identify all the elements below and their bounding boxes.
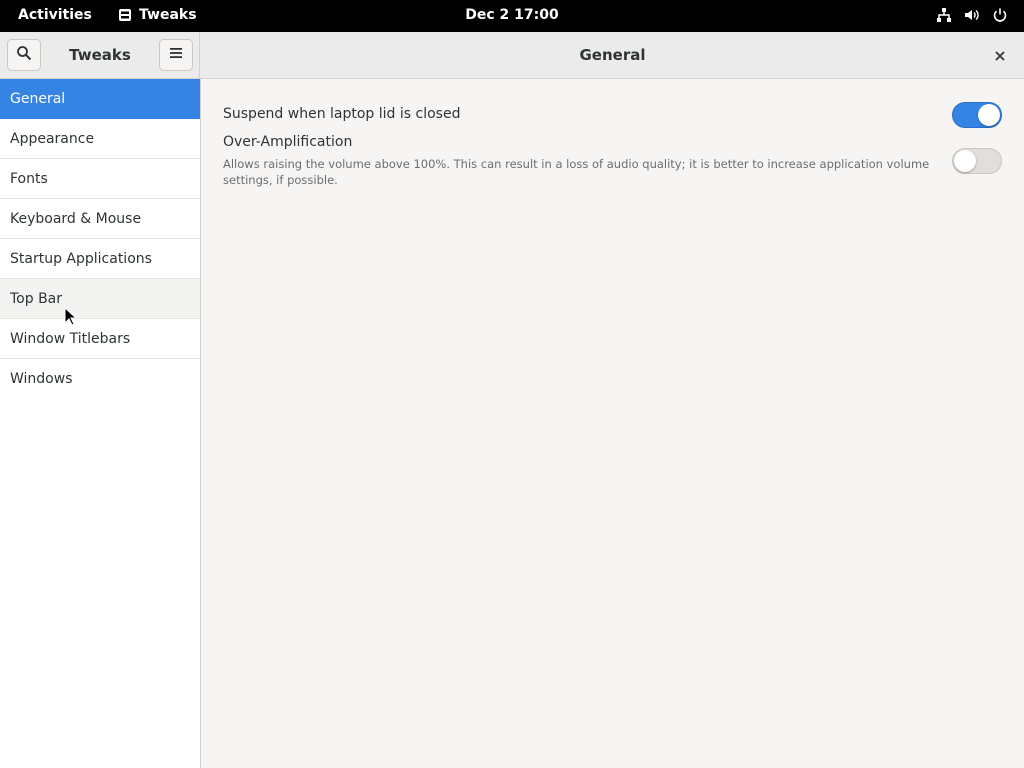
- sidebar-item-label: Window Titlebars: [10, 330, 131, 347]
- suspend-toggle[interactable]: [952, 102, 1002, 128]
- sidebar-item-label: Fonts: [10, 170, 48, 187]
- search-icon: [16, 45, 32, 65]
- sidebar-title: Tweaks: [69, 46, 131, 64]
- suspend-setting-row: Suspend when laptop lid is closed: [223, 106, 1003, 122]
- volume-icon[interactable]: [964, 7, 980, 23]
- app-menu-label: Tweaks: [139, 7, 197, 23]
- sidebar-item-label: Top Bar: [10, 290, 63, 307]
- network-icon[interactable]: [936, 7, 952, 23]
- sidebar-item-fonts[interactable]: Fonts: [0, 159, 200, 199]
- close-icon: [995, 46, 1005, 65]
- clock[interactable]: Dec 2 17:00: [465, 7, 558, 23]
- sidebar-item-windows[interactable]: Windows: [0, 359, 200, 399]
- gnome-top-bar: Activities Tweaks Dec 2 17:00: [0, 0, 1024, 32]
- sidebar-item-label: Windows: [10, 371, 73, 387]
- sidebar-item-window-titlebars[interactable]: Window Titlebars: [0, 319, 200, 359]
- app-menu[interactable]: Tweaks: [118, 7, 197, 23]
- settings-panel: Suspend when laptop lid is closed Over-A…: [201, 79, 1024, 768]
- suspend-label: Suspend when laptop lid is closed: [223, 106, 461, 122]
- over-amplification-toggle[interactable]: [952, 148, 1002, 174]
- hamburger-menu-icon: [168, 45, 184, 65]
- sidebar-item-label: Appearance: [10, 130, 95, 147]
- mouse-pointer-icon: [64, 306, 78, 326]
- close-button[interactable]: [990, 45, 1010, 65]
- system-tray[interactable]: [936, 7, 1008, 23]
- sidebar-item-general[interactable]: General: [0, 79, 200, 119]
- over-amplification-setting-row: Over-Amplification Allows raising the vo…: [223, 134, 1003, 188]
- sidebar-item-label: Startup Applications: [10, 250, 152, 267]
- tweaks-window: Tweaks General General Appearance Fonts …: [0, 32, 1024, 768]
- sidebar-item-keyboard-mouse[interactable]: Keyboard & Mouse: [0, 199, 200, 239]
- sidebar-item-startup-applications[interactable]: Startup Applications: [0, 239, 200, 279]
- over-amplification-label: Over-Amplification: [223, 134, 353, 150]
- sidebar-header: Tweaks: [0, 32, 200, 78]
- power-icon[interactable]: [992, 7, 1008, 23]
- activities-button[interactable]: Activities: [18, 7, 92, 23]
- toggle-knob: [954, 150, 976, 172]
- toggle-knob: [978, 104, 1000, 126]
- search-button[interactable]: [7, 39, 41, 71]
- tweaks-app-icon: [118, 8, 132, 22]
- sidebar-item-appearance[interactable]: Appearance: [0, 119, 200, 159]
- main-menu-button[interactable]: [159, 39, 193, 71]
- sidebar: General Appearance Fonts Keyboard & Mous…: [0, 79, 201, 768]
- sidebar-item-top-bar[interactable]: Top Bar: [0, 279, 200, 319]
- sidebar-item-label: General: [10, 90, 66, 107]
- page-title: General: [579, 46, 646, 64]
- header-bar: Tweaks General: [0, 32, 1024, 79]
- sidebar-item-label: Keyboard & Mouse: [10, 210, 142, 227]
- over-amplification-description: Allows raising the volume above 100%. Th…: [223, 157, 930, 187]
